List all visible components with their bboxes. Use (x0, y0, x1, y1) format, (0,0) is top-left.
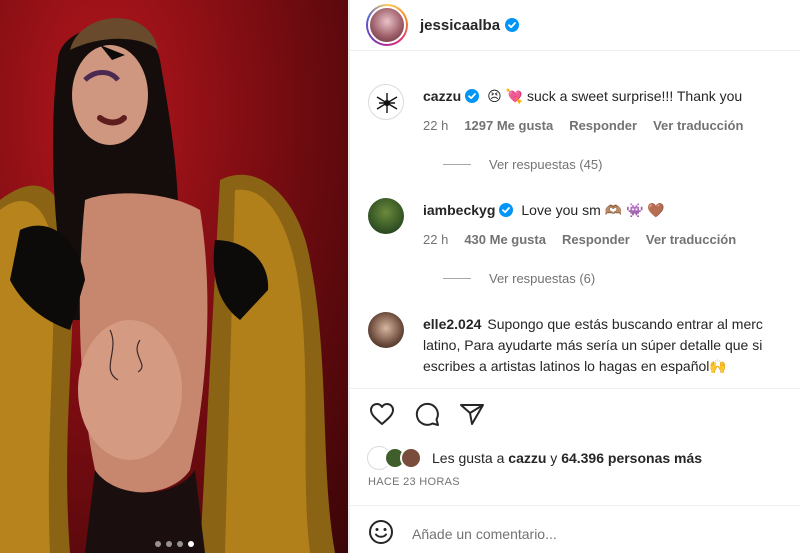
comment-text-line-3: escribes a artistas latinos lo hagas en … (423, 358, 727, 374)
comment-avatar[interactable] (368, 84, 404, 120)
comment-text: suck a sweet surprise!!! Thank you (526, 88, 743, 104)
comment-username[interactable]: cazzu (423, 88, 461, 104)
carousel-indicator (0, 541, 348, 547)
likes-user[interactable]: cazzu (508, 450, 546, 466)
post-timestamp: HACE 23 HORAS (368, 476, 460, 488)
likes-text: Les gusta a cazzu y 64.396 personas más (432, 450, 702, 466)
post-photo[interactable] (0, 0, 348, 553)
translate-button[interactable]: Ver traducción (653, 118, 743, 133)
view-replies-label: Ver respuestas (45) (489, 157, 603, 172)
comment-age: 22 h (423, 118, 449, 133)
comment-emoji: 🫶🏽 👾 🤎 (604, 202, 665, 218)
add-comment-input[interactable]: Añade un comentario... (412, 526, 557, 542)
carousel-dot[interactable] (154, 541, 161, 547)
translate-button[interactable]: Ver traducción (646, 232, 736, 247)
liker-avatars (368, 447, 422, 469)
reply-button[interactable]: Responder (562, 232, 630, 247)
comment-avatar[interactable] (368, 312, 404, 348)
comment-meta: 22 h 1297 Me gusta Responder Ver traducc… (423, 118, 743, 133)
view-replies-label: Ver respuestas (6) (489, 271, 596, 286)
comment-username[interactable]: elle2.024 (423, 316, 481, 332)
portrait-illustration (0, 18, 335, 553)
author-username[interactable]: jessicaalba (420, 17, 500, 34)
actions-divider (350, 388, 800, 389)
comment-likes[interactable]: 1297 Me gusta (464, 118, 553, 133)
comment-username[interactable]: iambeckyg (423, 202, 495, 218)
share-send-icon[interactable] (458, 400, 486, 428)
likes-summary[interactable]: Les gusta a cazzu y 64.396 personas más (368, 447, 702, 469)
author-avatar[interactable] (366, 4, 408, 46)
comment-meta: 22 h 430 Me gusta Responder Ver traducci… (423, 232, 736, 247)
carousel-dot[interactable] (176, 541, 183, 547)
likes-middle: y (550, 450, 558, 466)
verified-badge-icon (505, 18, 520, 32)
comment-avatar[interactable] (368, 198, 404, 234)
comment-age: 22 h (423, 232, 449, 247)
view-replies[interactable]: Ver respuestas (45) (443, 157, 602, 172)
like-heart-icon[interactable] (368, 400, 396, 428)
comment-bubble-icon[interactable] (413, 400, 441, 428)
verified-badge-icon (465, 89, 480, 103)
comments-panel: jessicaalba cazzu 😣 💘 suck a sweet surpri… (350, 0, 800, 553)
liker-avatar (400, 447, 422, 469)
emoji-smiley-icon[interactable] (368, 519, 394, 550)
comment-likes[interactable]: 430 Me gusta (464, 232, 546, 247)
header-divider (350, 50, 800, 51)
likes-prefix: Les gusta a (432, 450, 505, 466)
comment-text-line-1: Supongo que estás buscando entrar al mer… (487, 316, 763, 332)
comment-text: Love you sm (521, 202, 601, 218)
view-replies[interactable]: Ver respuestas (6) (443, 271, 595, 286)
carousel-dot-active[interactable] (187, 541, 194, 547)
post-actions (368, 400, 486, 428)
comment-text-line-2: latino, Para ayudarte más sería un súper… (423, 337, 763, 353)
post-header: jessicaalba (350, 0, 800, 50)
add-comment-bar: Añade un comentario... (350, 515, 800, 553)
likes-count[interactable]: 64.396 personas más (561, 450, 702, 466)
reply-button[interactable]: Responder (569, 118, 637, 133)
comment-emoji: 😣 💘 (487, 88, 524, 104)
add-comment-divider (350, 505, 800, 506)
carousel-dot[interactable] (165, 541, 172, 547)
verified-badge-icon (499, 203, 514, 217)
